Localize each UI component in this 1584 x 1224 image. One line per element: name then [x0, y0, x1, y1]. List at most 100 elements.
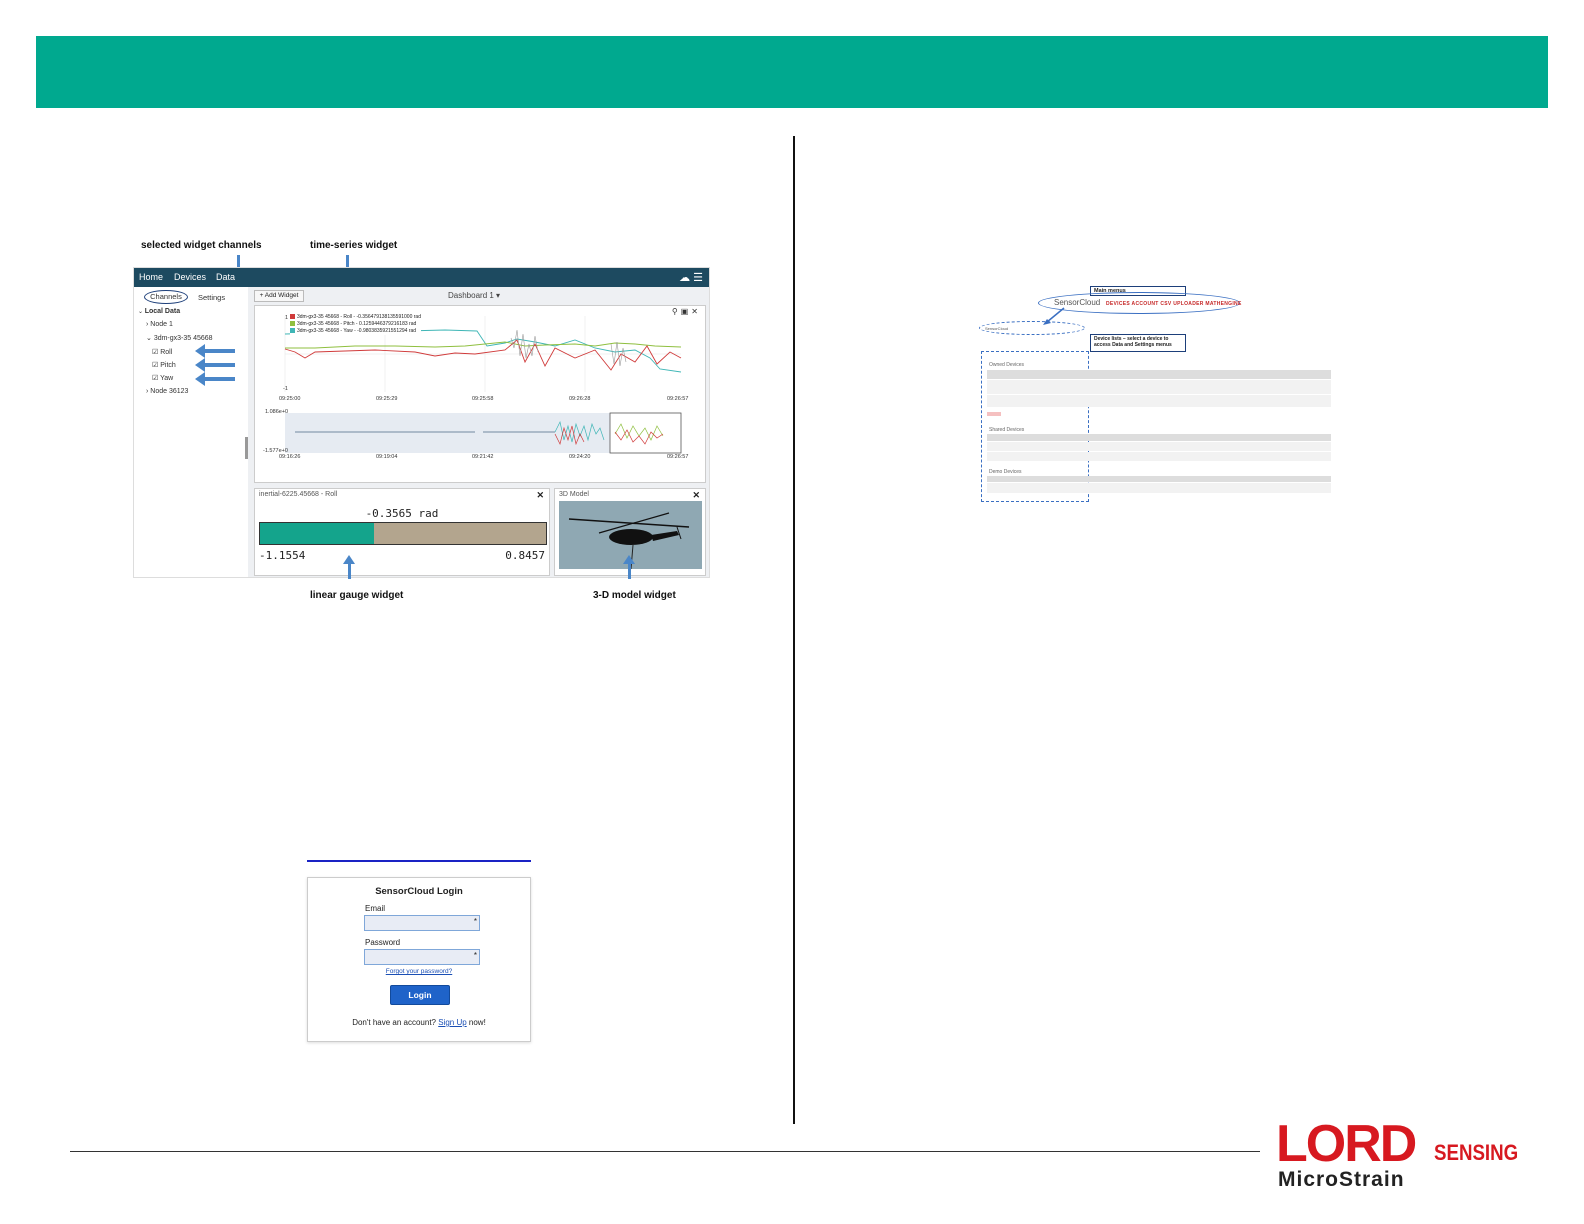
tree-node-2[interactable]: › Node 36123 [146, 388, 188, 395]
menu-icon[interactable]: ☁ ☰ [679, 271, 703, 284]
gauge-fill [260, 523, 375, 544]
legend-item-yaw: 3dm-gx3-35 45668 - Yaw - -0.980383592155… [290, 328, 421, 335]
overview-x-tick: 09:19:04 [376, 454, 398, 460]
chevron-down-icon: ⌄ [138, 309, 145, 315]
header-banner [36, 36, 1548, 108]
legend-label-yaw: 3dm-gx3-35 45668 - Yaw - -0.980383592155… [297, 328, 417, 334]
signup-suffix: now! [466, 1018, 486, 1027]
tree-root[interactable]: ⌄ Local Data [138, 308, 180, 315]
email-field[interactable]: * [364, 915, 480, 931]
blue-rule [307, 860, 531, 862]
dashboard-screenshot: Home Devices Data ☁ ☰ Channels Settings … [133, 267, 710, 578]
demo-device-row[interactable] [987, 483, 1331, 493]
channel-yaw-label: Yaw [160, 375, 174, 382]
y-axis-bottom-label: -1 [283, 386, 288, 392]
logo-sensing: SENSING [1434, 1140, 1519, 1165]
arrow-left-icon [195, 344, 235, 358]
footer-rule [70, 1151, 1260, 1152]
gauge-title: inertial-6225.45668 - Roll [259, 491, 338, 498]
dashboard-selector[interactable]: Dashboard 1 ▾ [448, 291, 500, 300]
dashboard-navbar: Home Devices Data ☁ ☰ [134, 268, 709, 287]
demo-devices-title: Demo Devices [989, 469, 1022, 475]
tree-root-label: Local Data [144, 308, 181, 315]
channel-roll[interactable]: ☑ Roll [152, 348, 172, 356]
checkbox-checked-icon[interactable]: ☑ [152, 362, 160, 369]
gauge-bar [259, 522, 547, 545]
close-icon[interactable]: ✕ [536, 490, 544, 501]
chevron-down-icon: ⌄ [146, 335, 154, 342]
annotation-time-series-widget: time-series widget [310, 240, 398, 251]
shared-device-row[interactable] [987, 452, 1331, 461]
checkbox-checked-icon[interactable]: ☑ [152, 349, 160, 356]
lord-sensing-logo: LORD SENSING MicroStrain [1276, 1118, 1546, 1192]
legend-swatch-roll [290, 314, 295, 320]
nav-devices[interactable]: Devices [174, 272, 206, 282]
overview-x-tick: 09:24:20 [569, 454, 591, 460]
owned-device-row[interactable] [987, 380, 1331, 394]
legend-item-pitch: 3dm-gx3-35 45668 - Pitch - 0.12594463792… [290, 321, 421, 328]
legend-swatch-pitch [290, 321, 295, 327]
signup-prefix: Don't have an account? [352, 1018, 439, 1027]
y-axis-top-label: 1 [285, 315, 289, 321]
channel-roll-label: Roll [160, 349, 173, 356]
tab-settings[interactable]: Settings [198, 293, 225, 302]
channel-sidebar: Channels Settings ⌄ Local Data › Node 1 … [134, 287, 248, 577]
dashboard-main: + Add Widget Dashboard 1 ▾ ⚲▣✕ 3dm-gx3-3… [248, 287, 709, 577]
time-series-widget: ⚲▣✕ 3dm-gx3-35 45668 - Roll - -0.3564791… [254, 305, 706, 483]
forgot-password-link[interactable]: Forgot your password? [308, 968, 530, 975]
column-divider [793, 136, 795, 1124]
tab-channels[interactable]: Channels [144, 290, 188, 304]
x-tick: 09:26:57 [667, 396, 689, 402]
overview-x-tick: 09:21:42 [472, 454, 494, 460]
shared-device-row[interactable] [987, 442, 1331, 451]
x-tick: 09:26:28 [569, 396, 591, 402]
linear-gauge-widget: inertial-6225.45668 - Roll ✕ -0.3565 rad… [254, 488, 550, 576]
add-widget-button[interactable]: + Add Widget [254, 290, 304, 302]
legend-label-roll: 3dm-gx3-35 45668 - Roll - -0.35647913813… [297, 314, 421, 320]
tree-device-label: 3dm-gx3-35 45668 [153, 335, 213, 342]
password-field[interactable]: * [364, 949, 480, 965]
required-icon: * [473, 951, 477, 960]
nav-home[interactable]: Home [139, 272, 163, 282]
arrow-up-icon [343, 555, 355, 579]
overview-x-tick: 09:16:26 [279, 454, 301, 460]
tree-node-1-label: Node 1 [150, 321, 173, 328]
checkbox-checked-icon[interactable]: ☑ [152, 375, 160, 382]
annotation-3d-model-widget: 3-D model widget [593, 590, 676, 601]
x-tick: 09:25:00 [279, 396, 301, 402]
owned-device-row[interactable] [987, 395, 1331, 407]
overview-y-top-label: 1.086e+0 [265, 409, 289, 415]
chart-legend: 3dm-gx3-35 45668 - Roll - -0.35647913813… [290, 314, 421, 335]
shared-devices-title: Shared Devices [989, 427, 1025, 433]
email-label: Email [365, 904, 386, 913]
x-tick: 09:25:29 [376, 396, 398, 402]
legend-item-roll: 3dm-gx3-35 45668 - Roll - -0.35647913813… [290, 314, 421, 321]
required-icon: * [473, 917, 477, 926]
sensorcloud-devices-screenshot: Main menus SensorCloud DEVICES ACCOUNT C… [969, 282, 1349, 514]
shared-devices-header [987, 434, 1331, 441]
signup-text: Don't have an account? Sign Up now! [308, 1018, 530, 1027]
model-title: 3D Model [559, 491, 589, 498]
gauge-max: 0.8457 [505, 549, 545, 562]
arrow-up-icon [623, 555, 635, 579]
legend-swatch-yaw [290, 328, 295, 334]
mini-logo: SensorCloud [985, 326, 1009, 331]
arrow-left-icon [195, 372, 235, 386]
device-lists-callout: Device lists – select a device to access… [1090, 334, 1186, 352]
tree-node-2-label: Node 36123 [150, 388, 189, 395]
add-device-link[interactable] [987, 412, 1001, 416]
close-icon[interactable]: ✕ [692, 490, 700, 501]
sign-up-link[interactable]: Sign Up [438, 1018, 466, 1027]
annotation-linear-gauge-widget: linear gauge widget [310, 590, 404, 601]
channel-pitch[interactable]: ☑ Pitch [152, 361, 176, 369]
tree-node-1[interactable]: › Node 1 [146, 321, 173, 328]
login-card: SensorCloud Login Email * Password * For… [307, 877, 531, 1042]
overview-x-tick: 09:26:57 [667, 454, 689, 460]
channel-yaw[interactable]: ☑ Yaw [152, 374, 173, 382]
logo-sub: MicroStrain [1278, 1168, 1405, 1191]
tree-device[interactable]: ⌄ 3dm-gx3-35 45668 [146, 334, 213, 342]
legend-label-pitch: 3dm-gx3-35 45668 - Pitch - 0.12594463792… [297, 321, 417, 327]
nav-data[interactable]: Data [216, 272, 235, 282]
gauge-min: -1.1554 [259, 549, 306, 562]
login-button[interactable]: Login [390, 985, 450, 1005]
